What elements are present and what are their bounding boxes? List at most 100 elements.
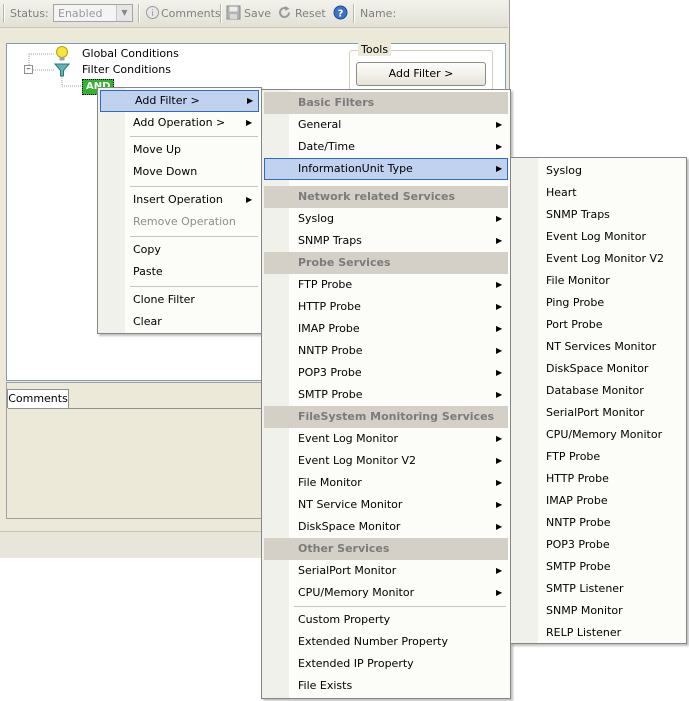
toolbar-grip bbox=[3, 4, 5, 23]
menu-item-infounit-file-monitor[interactable]: File Monitor bbox=[513, 270, 684, 292]
submenu-arrow-icon: ▶ bbox=[496, 566, 503, 575]
menu-item-infounit-ping-probe[interactable]: Ping Probe bbox=[513, 292, 684, 314]
menu-item-insert-operation[interactable]: Insert Operation ▶ bbox=[100, 189, 259, 211]
menu-item-http-probe[interactable]: HTTP Probe ▶ bbox=[264, 296, 508, 318]
tree-expander-collapse[interactable]: – bbox=[24, 65, 33, 74]
section-header-probe-services: Probe Services bbox=[264, 252, 508, 274]
menu-item-infounit-event-log-monitor-v2[interactable]: Event Log Monitor V2 bbox=[513, 248, 684, 270]
refresh-icon bbox=[279, 6, 291, 19]
menu-item-infounit-snmp-traps[interactable]: SNMP Traps bbox=[513, 204, 684, 226]
submenu-arrow-icon: ▶ bbox=[496, 164, 503, 173]
menu-item-infounit-syslog[interactable]: Syslog bbox=[513, 160, 684, 182]
submenu-arrow-icon: ▶ bbox=[496, 368, 503, 377]
section-header-network-services: Network related Services bbox=[264, 186, 508, 208]
menu-item-infounit-nt-services-monitor[interactable]: NT Services Monitor bbox=[513, 336, 684, 358]
chevron-down-icon: ▼ bbox=[116, 5, 132, 21]
submenu-arrow-icon: ▶ bbox=[496, 478, 503, 487]
menu-item-infounit-port-probe[interactable]: Port Probe bbox=[513, 314, 684, 336]
submenu-arrow-icon: ▶ bbox=[496, 456, 503, 465]
submenu-arrow-icon: ▶ bbox=[496, 588, 503, 597]
menu-item-infounit-pop3-probe[interactable]: POP3 Probe bbox=[513, 534, 684, 556]
add-filter-submenu: Basic Filters General ▶ Date/Time ▶ Info… bbox=[261, 89, 511, 699]
menu-item-clear[interactable]: Clear bbox=[100, 311, 259, 333]
add-filter-button[interactable]: Add Filter > bbox=[356, 62, 486, 86]
submenu-arrow-icon: ▶ bbox=[496, 120, 503, 129]
menu-item-infounit-database-monitor[interactable]: Database Monitor bbox=[513, 380, 684, 402]
comments-button[interactable]: i Comments bbox=[144, 0, 221, 27]
lightbulb-icon bbox=[56, 46, 68, 61]
submenu-arrow-icon: ▶ bbox=[496, 324, 503, 333]
status-value: Enabled bbox=[58, 7, 103, 20]
svg-text:?: ? bbox=[338, 9, 344, 20]
menu-item-date-time[interactable]: Date/Time ▶ bbox=[264, 136, 508, 158]
menu-item-infounit-nntp-probe[interactable]: NNTP Probe bbox=[513, 512, 684, 534]
submenu-arrow-icon: ▶ bbox=[246, 118, 253, 127]
tools-legend: Tools bbox=[358, 43, 392, 56]
funnel-icon bbox=[54, 63, 70, 77]
menu-item-extended-ip-property[interactable]: Extended IP Property bbox=[264, 653, 508, 675]
menu-item-infounit-smtp-listener[interactable]: SMTP Listener bbox=[513, 578, 684, 600]
menu-item-pop3-probe[interactable]: POP3 Probe ▶ bbox=[264, 362, 508, 384]
menu-item-copy[interactable]: Copy bbox=[100, 239, 259, 261]
menu-item-infounit-http-probe[interactable]: HTTP Probe bbox=[513, 468, 684, 490]
menu-item-infounit-smtp-probe[interactable]: SMTP Probe bbox=[513, 556, 684, 578]
menu-item-custom-property[interactable]: Custom Property bbox=[264, 609, 508, 631]
toolbar: Status: Enabled ▼ i Comments Save Reset … bbox=[0, 0, 508, 28]
menu-item-clone-filter[interactable]: Clone Filter bbox=[100, 289, 259, 311]
menu-item-syslog[interactable]: Syslog ▶ bbox=[264, 208, 508, 230]
menu-item-nntp-probe[interactable]: NNTP Probe ▶ bbox=[264, 340, 508, 362]
submenu-arrow-icon: ▶ bbox=[496, 214, 503, 223]
menu-item-file-monitor[interactable]: File Monitor ▶ bbox=[264, 472, 508, 494]
menu-item-infounit-diskspace-monitor[interactable]: DiskSpace Monitor bbox=[513, 358, 684, 380]
toolbar-separator bbox=[353, 4, 355, 23]
help-icon[interactable]: ? bbox=[333, 5, 348, 20]
menu-item-ftp-probe[interactable]: FTP Probe ▶ bbox=[264, 274, 508, 296]
tab-comments[interactable]: Comments bbox=[7, 389, 69, 408]
menu-item-infounit-serialport-monitor[interactable]: SerialPort Monitor bbox=[513, 402, 684, 424]
menu-item-general[interactable]: General ▶ bbox=[264, 114, 508, 136]
toolbar-separator bbox=[138, 4, 140, 23]
menu-item-file-exists[interactable]: File Exists bbox=[264, 675, 508, 697]
menu-item-add-filter[interactable]: Add Filter > ▶ bbox=[100, 90, 259, 112]
floppy-disk-icon bbox=[226, 5, 241, 20]
submenu-arrow-icon: ▶ bbox=[496, 280, 503, 289]
submenu-arrow-icon: ▶ bbox=[496, 346, 503, 355]
save-button[interactable]: Save bbox=[225, 0, 271, 27]
tree-node-global-conditions[interactable]: Global Conditions bbox=[82, 47, 179, 60]
menu-item-informationunit-type[interactable]: InformationUnit Type ▶ bbox=[264, 158, 508, 180]
menu-item-smtp-probe[interactable]: SMTP Probe ▶ bbox=[264, 384, 508, 406]
reset-button[interactable]: Reset bbox=[276, 0, 328, 27]
menu-item-paste[interactable]: Paste bbox=[100, 261, 259, 283]
menu-item-infounit-snmp-monitor[interactable]: SNMP Monitor bbox=[513, 600, 684, 622]
menu-item-event-log-monitor[interactable]: Event Log Monitor ▶ bbox=[264, 428, 508, 450]
menu-separator bbox=[130, 236, 258, 237]
menu-item-add-operation[interactable]: Add Operation > ▶ bbox=[100, 112, 259, 134]
menu-item-imap-probe[interactable]: IMAP Probe ▶ bbox=[264, 318, 508, 340]
menu-separator bbox=[130, 286, 258, 287]
menu-item-nt-service-monitor[interactable]: NT Service Monitor ▶ bbox=[264, 494, 508, 516]
submenu-arrow-icon: ▶ bbox=[496, 302, 503, 311]
menu-item-infounit-cpu-memory-monitor[interactable]: CPU/Memory Monitor bbox=[513, 424, 684, 446]
menu-item-move-up[interactable]: Move Up bbox=[100, 139, 259, 161]
submenu-arrow-icon: ▶ bbox=[496, 522, 503, 531]
submenu-arrow-icon: ▶ bbox=[496, 390, 503, 399]
menu-item-diskspace-monitor[interactable]: DiskSpace Monitor ▶ bbox=[264, 516, 508, 538]
menu-item-cpu-memory-monitor[interactable]: CPU/Memory Monitor ▶ bbox=[264, 582, 508, 604]
menu-item-infounit-heart[interactable]: Heart bbox=[513, 182, 684, 204]
menu-item-extended-number-property[interactable]: Extended Number Property bbox=[264, 631, 508, 653]
menu-item-infounit-relp-listener[interactable]: RELP Listener bbox=[513, 622, 684, 644]
menu-item-infounit-event-log-monitor[interactable]: Event Log Monitor bbox=[513, 226, 684, 248]
section-header-basic-filters: Basic Filters bbox=[264, 92, 508, 114]
menu-item-serialport-monitor[interactable]: SerialPort Monitor ▶ bbox=[264, 560, 508, 582]
svg-text:i: i bbox=[151, 9, 154, 19]
context-menu: Add Filter > ▶ Add Operation > ▶ Move Up… bbox=[97, 87, 262, 334]
tree-node-filter-conditions[interactable]: Filter Conditions bbox=[82, 63, 171, 76]
informationunit-type-submenu: Syslog Heart SNMP Traps Event Log Monitor Ev… bbox=[510, 157, 687, 644]
menu-item-event-log-monitor-v2[interactable]: Event Log Monitor V2 ▶ bbox=[264, 450, 508, 472]
submenu-arrow-icon: ▶ bbox=[496, 236, 503, 245]
menu-item-infounit-imap-probe[interactable]: IMAP Probe bbox=[513, 490, 684, 512]
menu-item-snmp-traps[interactable]: SNMP Traps ▶ bbox=[264, 230, 508, 252]
menu-item-infounit-ftp-probe[interactable]: FTP Probe bbox=[513, 446, 684, 468]
status-dropdown[interactable]: Enabled ▼ bbox=[53, 4, 133, 22]
menu-item-move-down[interactable]: Move Down bbox=[100, 161, 259, 183]
